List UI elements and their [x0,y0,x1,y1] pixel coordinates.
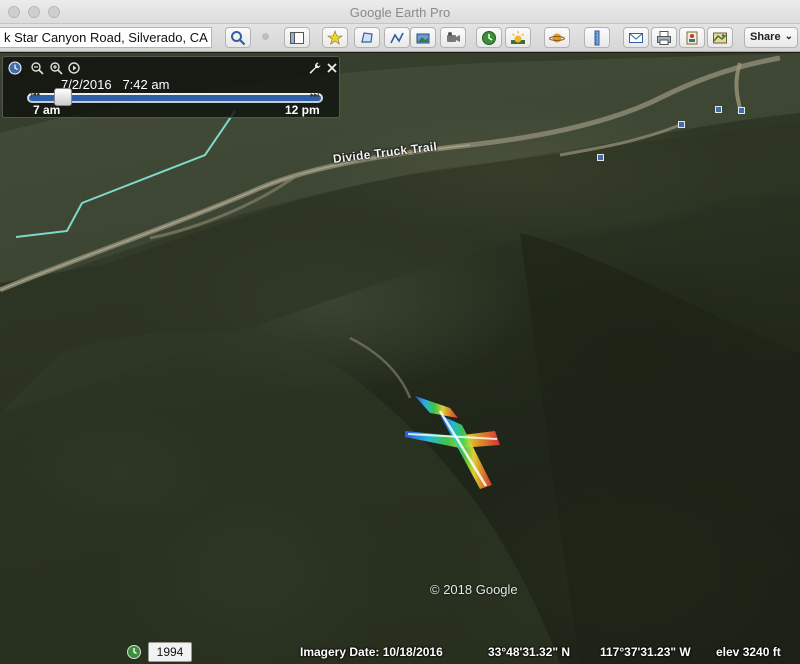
placemark-icon[interactable] [597,154,604,161]
add-image-overlay-button[interactable] [410,27,436,48]
email-button[interactable] [623,27,649,48]
toolbar: k Star Canyon Road, Silverado, CA Share … [0,24,800,52]
record-tour-icon [447,31,460,42]
switch-planet-button[interactable] [544,27,570,48]
save-image-icon [686,31,698,44]
time-slider-start-label: 7 am [33,103,61,117]
image-overlay-icon [416,33,430,43]
sidebar-icon [290,31,304,44]
save-image-button[interactable] [679,27,705,48]
time-slider-end-label: 12 pm [285,103,320,117]
record-tour-button[interactable] [440,27,466,48]
view-in-maps-button[interactable] [707,27,733,48]
share-button[interactable]: Share ⌄ [744,27,798,48]
placemark-icon[interactable] [715,106,722,113]
ruler-icon [594,30,600,45]
polygon-icon [361,31,373,43]
step-back-icon[interactable]: ⏮ [31,90,40,101]
title-bar: Google Earth Pro [0,0,800,24]
longitude-readout: 117°37'31.23" W [600,645,691,659]
placemark-icon[interactable] [738,107,745,114]
loading-indicator-icon [262,33,269,40]
copyright-text: © 2018 Google [430,582,518,597]
sun-icon [511,30,525,44]
sunlight-button[interactable] [505,27,531,48]
elevation-readout: elev 3240 ft [716,645,781,659]
add-placemark-button[interactable] [322,27,348,48]
planet-icon [549,33,565,42]
map-viewport[interactable]: Divide Truck Trail © 2018 Google [0,53,800,664]
window-title: Google Earth Pro [349,5,451,20]
sidebar-toggle-button[interactable] [284,27,310,48]
clock-icon[interactable] [8,61,22,75]
time-slider-track[interactable]: ⏮ ⏭ [27,88,323,106]
historical-imagery-icon[interactable] [126,644,142,660]
print-button[interactable] [651,27,677,48]
close-icon[interactable] [325,61,339,75]
email-icon [629,32,643,43]
print-icon [657,30,671,45]
wrench-icon[interactable] [308,61,322,75]
time-slider-fill [29,95,321,101]
magnifier-icon [231,30,246,45]
ruler-button[interactable] [584,27,610,48]
animate-icon[interactable] [67,61,81,75]
search-button[interactable] [225,27,251,48]
chevron-down-icon: ⌄ [784,31,793,42]
step-forward-icon[interactable]: ⏭ [310,90,319,101]
status-bar: 1994 Imagery Date: 10/18/2016 33°48'31.3… [0,640,800,664]
zoom-out-time-icon[interactable] [30,61,44,75]
map-icon [713,32,727,43]
time-slider-panel: 7/2/2016 7:42 am ⏮ ⏭ 7 am 12 pm [2,56,340,118]
search-input[interactable]: k Star Canyon Road, Silverado, CA [0,27,212,48]
zoom-in-time-icon[interactable] [49,61,63,75]
imagery-date: Imagery Date: 10/18/2016 [300,645,443,659]
historical-imagery-button[interactable] [476,27,502,48]
pushpin-star-icon [327,29,343,45]
clock-globe-icon [482,30,496,45]
add-polygon-button[interactable] [354,27,380,48]
path-icon [390,32,404,43]
latitude-readout: 33°48'31.32" N [488,645,571,659]
add-path-button[interactable] [384,27,410,48]
placemark-icon[interactable] [678,121,685,128]
time-slider-datetime: 7/2/2016 7:42 am [61,77,170,92]
historical-year-button[interactable]: 1994 [148,642,192,662]
share-label: Share [750,31,781,43]
